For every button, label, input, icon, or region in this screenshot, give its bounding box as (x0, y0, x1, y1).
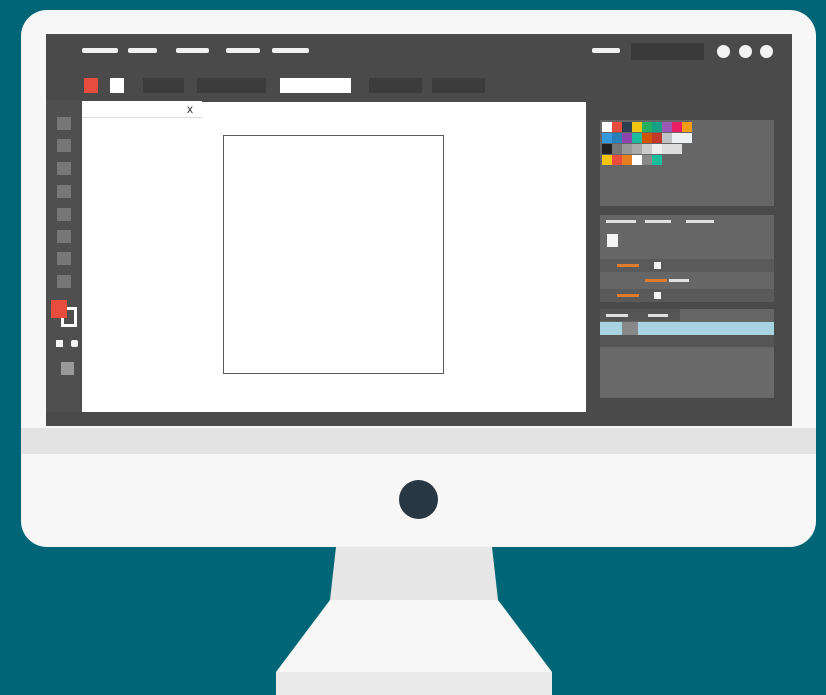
color-preview[interactable] (607, 234, 618, 247)
property-slider[interactable] (617, 294, 639, 297)
color-swatch[interactable] (602, 144, 612, 154)
color-swatch[interactable] (682, 133, 692, 143)
brush-tool-icon[interactable] (57, 230, 71, 243)
color-swatch[interactable] (642, 133, 652, 143)
toolbar-field[interactable] (369, 78, 422, 93)
menu-item-file[interactable] (82, 48, 118, 53)
color-swatch[interactable] (632, 133, 642, 143)
default-colors-icon[interactable] (56, 340, 63, 347)
color-swatch[interactable] (642, 155, 652, 165)
toolbar-field-active[interactable] (280, 78, 351, 93)
direct-selection-tool-icon[interactable] (57, 139, 71, 152)
color-swatch[interactable] (662, 133, 672, 143)
stroke-color-icon[interactable] (110, 78, 124, 93)
property-slider[interactable] (617, 264, 639, 267)
layers-empty-area (600, 349, 774, 397)
pen-tool-icon[interactable] (57, 162, 71, 175)
color-swatch[interactable] (652, 144, 662, 154)
color-swatch[interactable] (682, 144, 692, 154)
panel-tab-label[interactable] (645, 220, 671, 223)
color-swatch[interactable] (602, 122, 612, 132)
color-swatch[interactable] (612, 122, 622, 132)
color-swatch[interactable] (602, 133, 612, 143)
color-swatch[interactable] (632, 155, 642, 165)
artboard[interactable] (223, 135, 444, 374)
layers-tab-label[interactable] (648, 314, 668, 317)
toolbar-field[interactable] (432, 78, 485, 93)
panel-tab-label[interactable] (686, 220, 714, 223)
layers-tab-label[interactable] (606, 314, 628, 317)
maximize-icon[interactable] (739, 45, 752, 58)
power-button[interactable] (399, 480, 438, 519)
color-swatch[interactable] (622, 122, 632, 132)
color-swatch[interactable] (652, 155, 662, 165)
property-checkbox[interactable] (654, 262, 661, 269)
color-swatch[interactable] (672, 122, 682, 132)
selection-tool-icon[interactable] (57, 117, 71, 130)
type-tool-icon[interactable] (57, 185, 71, 198)
color-swatch[interactable] (682, 122, 692, 132)
color-swatch[interactable] (672, 133, 682, 143)
color-swatch[interactable] (612, 144, 622, 154)
toolbar-field[interactable] (143, 78, 184, 93)
color-swatch[interactable] (622, 155, 632, 165)
panel-tab-label[interactable] (606, 220, 636, 223)
close-icon[interactable] (760, 45, 773, 58)
toolbar-field[interactable] (197, 78, 266, 93)
fill-swatch-icon[interactable] (51, 300, 67, 318)
property-value (669, 279, 689, 282)
menu-item-type[interactable] (226, 48, 260, 53)
color-swatch[interactable] (662, 155, 672, 165)
screen-mode-icon[interactable] (61, 362, 74, 375)
color-swatch[interactable] (642, 144, 652, 154)
fill-color-icon[interactable] (84, 78, 98, 93)
color-swatch[interactable] (612, 155, 622, 165)
shape-tool-icon[interactable] (57, 208, 71, 221)
color-swatch[interactable] (662, 122, 672, 132)
color-swatch[interactable] (672, 144, 682, 154)
menu-item-object[interactable] (176, 48, 209, 53)
minimize-icon[interactable] (717, 45, 730, 58)
menu-item-view[interactable] (272, 48, 309, 53)
color-swatch[interactable] (672, 155, 682, 165)
document-tab[interactable] (82, 101, 202, 118)
color-swatch[interactable] (682, 155, 692, 165)
workspace-label[interactable] (592, 48, 620, 53)
color-swatch[interactable] (662, 144, 672, 154)
document-tab-close-icon[interactable]: x (187, 101, 193, 117)
color-swatch[interactable] (652, 122, 662, 132)
color-swatch[interactable] (632, 122, 642, 132)
color-swatch[interactable] (652, 133, 662, 143)
property-slider[interactable] (645, 279, 667, 282)
menu-item-edit[interactable] (128, 48, 157, 53)
color-swatch[interactable] (622, 144, 632, 154)
layer-row[interactable] (600, 335, 774, 347)
color-swatch[interactable] (612, 133, 622, 143)
color-swatch[interactable] (602, 155, 612, 165)
search-input[interactable] (631, 43, 704, 60)
color-swatch[interactable] (622, 133, 632, 143)
swap-colors-icon[interactable] (71, 340, 78, 347)
property-checkbox[interactable] (654, 292, 661, 299)
color-swatch[interactable] (632, 144, 642, 154)
color-swatch[interactable] (642, 122, 652, 132)
zoom-tool-icon[interactable] (57, 275, 71, 288)
eraser-tool-icon[interactable] (57, 252, 71, 265)
